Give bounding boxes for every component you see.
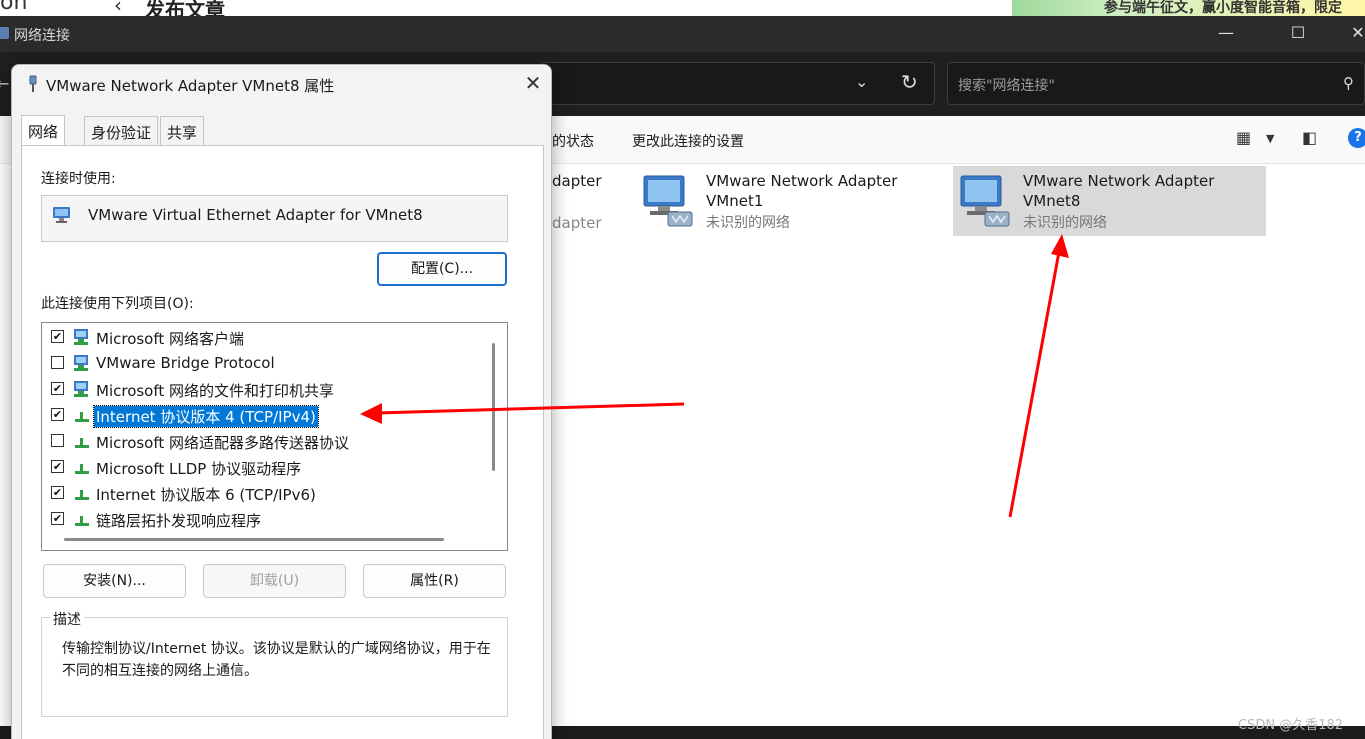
address-box[interactable]: ⌄ ↻: [540, 62, 935, 105]
close-window-button[interactable]: ✕: [1348, 23, 1365, 42]
list-item[interactable]: ✔ Microsoft 网络客户端: [42, 324, 482, 350]
items-label: 此连接使用下列项目(O):: [41, 296, 194, 312]
search-icon[interactable]: ⚲: [1343, 74, 1354, 92]
chevron-down-icon[interactable]: ⌄: [855, 72, 868, 91]
promo-banner[interactable]: 参与端午征文，赢小度智能音箱，限定: [1012, 0, 1365, 16]
description-text: 传输控制协议/Internet 协议。该协议是默认的广域网络协议，用于在不同的相…: [62, 641, 491, 679]
connect-using-label: 连接时使用:: [41, 171, 116, 187]
item-label: Microsoft 网络客户端: [96, 330, 245, 348]
adapter-name: VMware Network Adapter VMnet8: [1023, 171, 1214, 211]
adapter-name-line2: VMnet8: [1023, 192, 1081, 210]
preview-pane-icon[interactable]: ◧: [1302, 128, 1317, 147]
item-label: Microsoft 网络适配器多路传送器协议: [96, 434, 350, 452]
list-vertical-scrollbar-track: [485, 323, 507, 550]
maximize-button[interactable]: ☐: [1288, 23, 1308, 42]
partial-adapter-name: dapter: [552, 172, 602, 190]
adapter-status: 未识别的网络: [1023, 215, 1107, 231]
adapter-name-text: VMware Virtual Ethernet Adapter for VMne…: [88, 206, 423, 224]
background-web-page: on ‹ 发布文章 参与端午征文，赢小度智能音箱，限定: [0, 0, 1365, 16]
network-client-icon: [74, 381, 88, 397]
network-plug-icon: [29, 75, 37, 92]
protocol-icon: [75, 516, 89, 526]
site-logo: on: [0, 0, 28, 15]
adapter-name-line2: VMnet1: [706, 192, 764, 210]
refresh-icon[interactable]: ↻: [901, 70, 918, 94]
back-arrow-icon[interactable]: ←: [0, 74, 9, 93]
item-checkbox[interactable]: ✔: [51, 382, 64, 395]
protocol-icon: [75, 490, 89, 500]
configure-button[interactable]: 配置(C)...: [377, 252, 507, 286]
list-item[interactable]: ✔ Internet 协议版本 6 (TCP/IPv6): [42, 480, 482, 506]
item-label: Microsoft 网络的文件和打印机共享: [96, 382, 335, 400]
tab-network[interactable]: 网络: [21, 115, 66, 146]
network-adapter-icon: [960, 175, 1010, 227]
network-tab-panel: 连接时使用: VMware Virtual Ethernet Adapter f…: [21, 145, 544, 739]
adapter-name: VMware Network Adapter VMnet1: [706, 171, 897, 211]
adapter-vmnet8[interactable]: VMware Network Adapter VMnet8 未识别的网络: [953, 166, 1266, 236]
page-title: 发布文章: [145, 0, 225, 16]
item-checkbox[interactable]: ✔: [51, 486, 64, 499]
list-horizontal-scrollbar[interactable]: [64, 538, 444, 541]
watermark: CSDN @久香182: [1238, 718, 1344, 733]
protocol-icon: [75, 464, 89, 474]
item-checkbox[interactable]: ✔: [51, 512, 64, 525]
item-checkbox[interactable]: [51, 434, 64, 447]
back-arrow-icon[interactable]: ‹: [114, 0, 122, 16]
adapter-name-line1: VMware Network Adapter: [1023, 172, 1215, 190]
minimize-button[interactable]: —: [1216, 23, 1236, 42]
list-item[interactable]: Microsoft 网络适配器多路传送器协议: [42, 428, 482, 454]
protocol-icon: [75, 438, 89, 448]
connection-items-list[interactable]: ✔ Microsoft 网络客户端 VMware Bridge Protocol…: [41, 322, 508, 551]
description-group: 描述 传输控制协议/Internet 协议。该协议是默认的广域网络协议，用于在不…: [41, 609, 508, 717]
adapter-properties-dialog: VMware Network Adapter VMnet8 属性 ✕ 网络 身份…: [11, 64, 552, 739]
item-checkbox[interactable]: ✔: [51, 460, 64, 473]
partial-adapter-sub: dapter: [552, 214, 602, 232]
item-label: Microsoft LLDP 协议驱动程序: [96, 460, 302, 478]
window-title: 网络连接: [14, 28, 70, 44]
item-label: Internet 协议版本 6 (TCP/IPv6): [96, 486, 316, 504]
help-icon[interactable]: ?: [1348, 128, 1365, 148]
chevron-down-icon[interactable]: ▼: [1266, 132, 1274, 145]
view-status-command[interactable]: 的状态: [552, 131, 594, 151]
list-item[interactable]: ✔ Microsoft 网络的文件和打印机共享: [42, 376, 482, 402]
view-options-icon[interactable]: ▦: [1236, 128, 1251, 147]
dialog-title: VMware Network Adapter VMnet8 属性: [46, 77, 335, 95]
properties-button[interactable]: 属性(R): [363, 564, 506, 598]
item-label: VMware Bridge Protocol: [96, 354, 275, 372]
adapter-name-line1: VMware Network Adapter: [706, 172, 898, 190]
description-legend: 描述: [50, 609, 84, 629]
protocol-icon: [75, 412, 89, 422]
network-adapter-icon: [53, 207, 70, 223]
adapter-name-box: VMware Virtual Ethernet Adapter for VMne…: [41, 195, 508, 242]
search-input[interactable]: 搜索"网络连接" ⚲: [947, 62, 1365, 105]
promo-banner-text: 参与端午征文，赢小度智能音箱，限定: [1104, 0, 1342, 16]
network-client-icon: [74, 329, 88, 345]
network-adapter-icon: [643, 175, 693, 227]
window-titlebar: 网络连接 — ☐ ✕: [0, 16, 1365, 52]
list-item[interactable]: ✔ Internet 协议版本 4 (TCP/IPv4): [42, 402, 482, 428]
change-settings-command[interactable]: 更改此连接的设置: [632, 131, 744, 151]
search-placeholder: 搜索"网络连接": [958, 78, 1055, 94]
item-label: Internet 协议版本 4 (TCP/IPv4): [93, 405, 319, 428]
screen: on ‹ 发布文章 参与端午征文，赢小度智能音箱，限定 网络连接 — ☐ ✕ ←…: [0, 0, 1365, 739]
list-item[interactable]: VMware Bridge Protocol: [42, 350, 482, 376]
install-button[interactable]: 安装(N)...: [43, 564, 186, 598]
item-checkbox[interactable]: ✔: [51, 330, 64, 343]
adapter-vmnet1[interactable]: VMware Network Adapter VMnet1 未识别的网络: [636, 166, 936, 236]
item-checkbox[interactable]: ✔: [51, 408, 64, 421]
list-vertical-scrollbar[interactable]: [492, 343, 495, 471]
item-checkbox[interactable]: [51, 356, 64, 369]
tab-sharing[interactable]: 共享: [160, 116, 205, 146]
uninstall-button[interactable]: 卸载(U): [203, 564, 346, 598]
tab-authentication[interactable]: 身份验证: [84, 116, 159, 146]
network-client-icon: [74, 355, 88, 371]
adapter-status: 未识别的网络: [706, 215, 790, 231]
dialog-close-button[interactable]: ✕: [522, 71, 544, 95]
list-item[interactable]: ✔ Microsoft LLDP 协议驱动程序: [42, 454, 482, 480]
network-folder-icon: [0, 27, 9, 39]
